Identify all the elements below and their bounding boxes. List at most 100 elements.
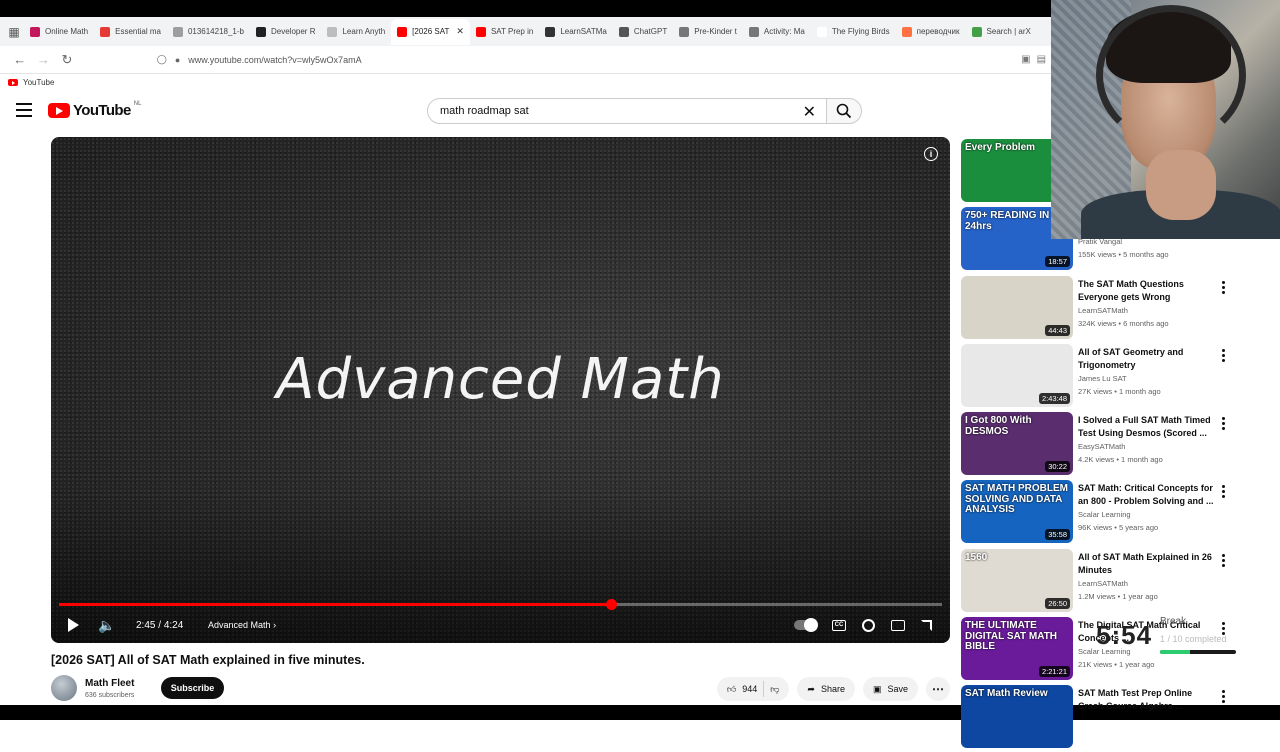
pomodoro-timer-widget: 5:54 Break 1 / 10 completed — [1096, 616, 1240, 661]
recommendation-title[interactable]: All of SAT Geometry and Trigonometry — [1078, 346, 1218, 372]
video-duration: 35:58 — [1045, 529, 1070, 541]
browser-tab[interactable]: [2026 SAT ✕ — [391, 18, 470, 45]
more-options-icon[interactable] — [1222, 485, 1226, 499]
recommendation-item[interactable]: SAT MATH PROBLEM SOLVING AND DATA ANALYS… — [961, 478, 1236, 546]
browser-tab[interactable]: 013614218_1-b — [167, 19, 250, 45]
tab-label: Learn Anyth — [342, 27, 386, 36]
progress-played — [59, 603, 611, 606]
menu-icon[interactable] — [16, 103, 32, 117]
recommendation-title[interactable]: SAT Math Test Prep Online Crash Course A… — [1078, 687, 1218, 713]
recommendation-title[interactable]: All of SAT Math Explained in 26 Minutes — [1078, 551, 1218, 577]
browser-tab[interactable]: Search | arX — [966, 19, 1037, 45]
chapter-title: Advanced Math — [208, 620, 271, 630]
recommendation-title[interactable]: I Solved a Full SAT Math Timed Test Usin… — [1078, 414, 1218, 440]
youtube-logo[interactable]: YouTube NL — [48, 101, 141, 119]
tab-strip: Online Math Essential ma 013614218_1-b Deve… — [24, 18, 1037, 45]
browser-tab[interactable]: Online Math — [24, 19, 94, 45]
recommendation-thumbnail[interactable]: 44:43 — [961, 275, 1073, 339]
browser-tab[interactable]: ChatGPT — [613, 19, 673, 45]
bookmark-youtube[interactable]: YouTube — [23, 78, 54, 87]
bookmark-icon: ▣ — [872, 683, 882, 694]
like-count: 944 — [742, 684, 758, 694]
channel-name[interactable]: Math Fleet — [85, 678, 134, 689]
recommendation-thumbnail[interactable]: SAT Math Review — [961, 685, 1073, 749]
browser-tab[interactable]: переводчик — [896, 19, 966, 45]
more-options-icon[interactable] — [1222, 417, 1226, 431]
thumbnail-text: 1560 — [965, 551, 988, 563]
recommendation-channel[interactable]: LearnSATMath — [1078, 306, 1128, 315]
save-button[interactable]: ▣ Save — [862, 677, 918, 701]
tab-label: Essential ma — [115, 27, 161, 36]
forward-icon[interactable]: → — [32, 48, 56, 72]
recommendation-meta: 21K views • 1 year ago — [1078, 660, 1155, 670]
thumbnail-text: Every Problem — [965, 142, 1036, 153]
autoplay-toggle[interactable] — [794, 618, 818, 632]
search-icon — [836, 103, 852, 119]
browser-tab[interactable]: SAT Prep in — [470, 19, 539, 45]
tab-label: переводчик — [916, 27, 960, 36]
browser-tab[interactable]: Essential ma — [94, 19, 167, 45]
recommendation-title[interactable]: SAT Math: Critical Concepts for an 800 -… — [1078, 482, 1218, 508]
recommendation-item[interactable]: 44:43 The SAT Math Questions Everyone get… — [961, 274, 1236, 342]
more-options-icon[interactable] — [1222, 553, 1226, 567]
time-display: 2:45 / 4:24 — [136, 620, 183, 631]
tab-close-icon[interactable]: ✕ — [456, 26, 464, 37]
back-icon[interactable]: ← — [8, 48, 32, 72]
recommendation-item[interactable]: 2:43:48 All of SAT Geometry and Trigonome… — [961, 342, 1236, 410]
recommendation-thumbnail[interactable]: THE ULTIMATE DIGITAL SAT MATH BIBLE 2:21:… — [961, 617, 1073, 681]
theater-mode-icon[interactable] — [891, 619, 905, 631]
browser-tab[interactable]: Learn Anyth — [321, 19, 391, 45]
tab-favicon-icon — [256, 26, 266, 37]
tab-list-icon[interactable]: ▦ — [4, 22, 24, 42]
extensions-icon[interactable]: ▤ — [1037, 54, 1046, 65]
chapter-button[interactable]: Advanced Math › — [208, 620, 276, 630]
more-options-icon[interactable] — [1222, 690, 1226, 704]
share-button[interactable]: ➦ Share — [797, 677, 855, 701]
tab-label: Activity: Ma — [763, 27, 805, 36]
play-icon[interactable] — [66, 618, 80, 632]
recommendation-channel[interactable]: Scalar Learning — [1078, 510, 1131, 519]
tab-label: ChatGPT — [633, 27, 668, 36]
recommendation-title[interactable]: The SAT Math Questions Everyone gets Wro… — [1078, 278, 1218, 304]
recommendation-item[interactable]: SAT Math Review SAT Math Test Prep Online… — [961, 683, 1236, 751]
progress-bar[interactable] — [59, 599, 942, 610]
browser-tab[interactable]: Pre-Kinder t — [673, 19, 743, 45]
url-field[interactable]: ◯ ● www.youtube.com/watch?v=wly5wOx7amA — [157, 49, 1021, 71]
search-input[interactable]: math roadmap sat ✕ — [427, 98, 827, 124]
thumbs-down-icon[interactable]: 👎︎ — [770, 684, 779, 695]
recommendation-channel[interactable]: LearnSATMath — [1078, 579, 1128, 588]
recommendation-item[interactable]: I Got 800 With DESMOS 30:22 I Solved a Ful… — [961, 410, 1236, 478]
browser-tab[interactable]: Developer R — [250, 19, 321, 45]
save-label: Save — [887, 684, 908, 694]
reload-icon[interactable]: ↻ — [55, 48, 79, 72]
volume-icon[interactable]: 🔈 — [98, 617, 115, 634]
browser-tab[interactable]: LearnSATMa — [539, 19, 613, 45]
recommendation-thumbnail[interactable]: I Got 800 With DESMOS 30:22 — [961, 412, 1073, 476]
recommendation-meta: 27K views • 1 month ago — [1078, 386, 1161, 396]
more-options-icon[interactable] — [1222, 280, 1226, 294]
channel-avatar[interactable] — [51, 675, 77, 701]
more-options-icon[interactable] — [1222, 348, 1226, 362]
like-button[interactable]: 👍︎ 944 — [727, 684, 757, 695]
info-icon[interactable]: i — [924, 147, 938, 161]
recommendation-meta: 155K views • 5 months ago — [1078, 250, 1169, 260]
browser-tab[interactable]: Activity: Ma — [743, 19, 811, 45]
recommendation-channel[interactable]: James Lu SAT — [1078, 374, 1127, 383]
install-app-icon[interactable]: ▣ — [1021, 54, 1030, 65]
recommendation-channel[interactable]: EasySATMath — [1078, 442, 1125, 451]
fullscreen-icon[interactable] — [921, 619, 932, 631]
clear-search-icon[interactable]: ✕ — [803, 102, 816, 122]
recommendation-item[interactable]: 1560 26:50 All of SAT Math Explained in 26… — [961, 547, 1236, 615]
settings-icon[interactable] — [862, 618, 875, 632]
recommendation-thumbnail[interactable]: SAT MATH PROBLEM SOLVING AND DATA ANALYS… — [961, 480, 1073, 544]
subscribe-button[interactable]: Subscribe — [161, 677, 224, 699]
search-button[interactable] — [826, 98, 862, 124]
timer-progress-bar — [1160, 650, 1236, 654]
video-player[interactable]: Advanced Math i 🔈 2:45 / 4:24 Advanced M… — [51, 137, 950, 643]
recommendation-thumbnail[interactable]: 2:43:48 — [961, 343, 1073, 407]
more-actions-icon[interactable]: ⋯ — [926, 677, 950, 701]
captions-icon[interactable]: CC — [832, 619, 846, 631]
browser-tab[interactable]: The Flying Birds — [811, 19, 896, 45]
progress-scrubber-handle[interactable] — [605, 599, 617, 610]
recommendation-thumbnail[interactable]: 1560 26:50 — [961, 548, 1073, 612]
